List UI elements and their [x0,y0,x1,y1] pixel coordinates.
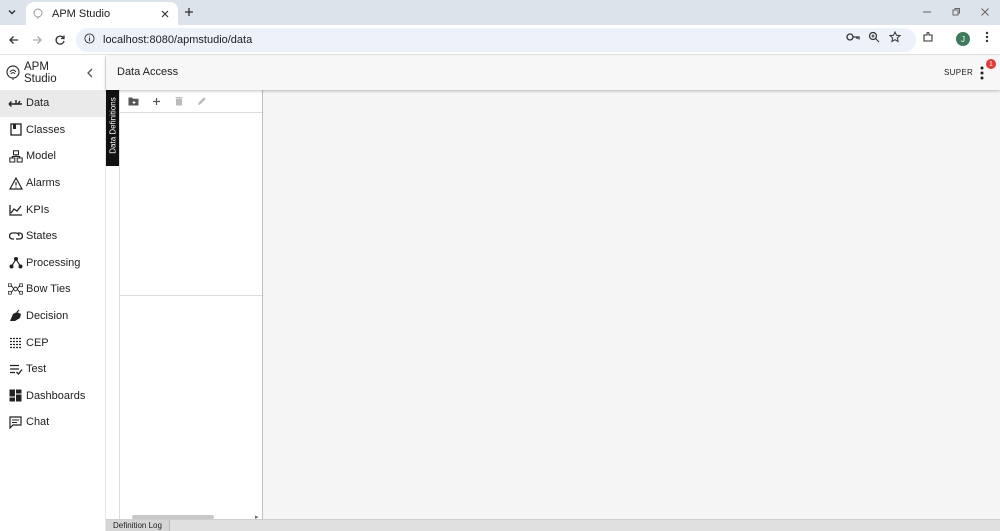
add-folder-icon[interactable] [125,93,141,109]
decision-icon [8,309,23,324]
link-icon [8,229,23,244]
more-menu-icon[interactable] [976,65,988,81]
add-icon[interactable] [148,93,164,109]
sidebar-item-label: Dashboards [26,389,86,402]
sidebar-item-label: Data [26,97,50,110]
apm-logo-icon [4,64,22,82]
sidebar-item-label: States [26,230,58,243]
forward-arrow-icon[interactable] [29,32,45,48]
sidebar-item-test[interactable]: Test [0,356,105,383]
hierarchy-icon [8,149,23,164]
sidebar-item-states[interactable]: States [0,223,105,250]
sidebar-item-label: Chat [26,416,50,429]
vertical-tab-label: Data Definitions [108,97,118,154]
data-flow-icon [8,96,23,111]
sidebar-item-data[interactable]: Data [0,90,105,117]
sidebar-item-label: CEP [26,336,49,349]
sidebar-item-label: Model [26,150,56,163]
sidebar-item-chat[interactable]: Chat [0,409,105,436]
tab-close-icon[interactable] [158,7,172,21]
zoom-icon[interactable] [866,29,882,45]
sidebar-item-dashboards[interactable]: Dashboards [0,383,105,410]
definitions-toolbar [120,90,263,113]
collapse-sidebar-icon[interactable] [83,66,97,80]
delete-icon[interactable] [171,93,187,109]
chat-icon [8,415,23,430]
sidebar-item-processing[interactable]: Processing [0,250,105,277]
tab-title: APM Studio [52,7,111,20]
sidebar-item-label: Bow Ties [26,283,71,296]
content-area: Data Definitions ▸ Definition Log [106,90,1000,531]
sidebar-item-label: Classes [26,123,66,136]
edit-pencil-icon[interactable] [194,93,210,109]
checklist-icon [8,362,23,377]
browser-tab[interactable]: APM Studio [26,2,178,25]
sidebar-item-label: Alarms [26,177,61,190]
bottom-tab-bar: Definition Log [106,519,1000,531]
bookmark-star-icon[interactable] [887,29,903,45]
warning-icon [8,176,23,191]
user-name[interactable]: SUPER [944,68,973,77]
profile-avatar[interactable]: J [956,32,970,46]
back-arrow-icon[interactable] [6,32,22,48]
app-header: Data Access SUPER 1 [106,56,1000,90]
dashboard-icon [8,388,23,403]
password-key-icon[interactable] [845,29,861,45]
sidebar-item-label: Processing [26,256,81,269]
pane-splitter[interactable] [120,295,264,296]
url-text: localhost:8080/apmstudio/data [103,34,253,46]
sidebar-item-cep[interactable]: CEP [0,329,105,356]
browser-tab-strip: APM Studio [0,0,1000,25]
main-workspace [263,90,1000,519]
trend-icon [8,202,23,217]
book-icon [8,122,23,137]
restore-icon[interactable] [948,4,964,20]
app-sidebar: APM Studio Data Classes Model Alarms KPI… [0,56,106,531]
brand: APM Studio [0,56,105,90]
address-bar[interactable]: localhost:8080/apmstudio/data [76,28,916,52]
cep-icon [8,335,23,350]
notification-badge: 1 [986,59,996,69]
definitions-pane: ▸ [119,90,264,531]
new-tab-icon[interactable] [182,5,196,19]
sidebar-item-alarms[interactable]: Alarms [0,170,105,197]
data-definitions-tab[interactable]: Data Definitions [106,90,119,166]
reload-icon[interactable] [52,32,68,48]
site-info-icon[interactable] [84,33,95,47]
browser-menu-icon[interactable] [979,29,995,45]
nodes-icon [8,255,23,270]
sidebar-item-decision[interactable]: Decision [0,303,105,330]
window-close-icon[interactable] [977,4,993,20]
sidebar-item-kpis[interactable]: KPIs [0,196,105,223]
sidebar-item-label: Test [26,363,47,376]
minimize-icon[interactable] [919,4,935,20]
sidebar-item-model[interactable]: Model [0,143,105,170]
page-title: Data Access [117,66,179,78]
definition-log-tab[interactable]: Definition Log [106,520,170,531]
sidebar-item-classes[interactable]: Classes [0,117,105,144]
sidebar-item-bow-ties[interactable]: Bow Ties [0,276,105,303]
sidebar-item-label: Decision [26,310,69,323]
extensions-icon[interactable] [920,29,936,45]
browser-toolbar: localhost:8080/apmstudio/data J [0,25,1000,55]
tab-search-chevron-icon[interactable] [4,4,20,20]
apm-favicon-icon [32,8,44,20]
bowtie-icon [8,282,23,297]
sidebar-item-label: KPIs [26,203,50,216]
app-name: APM Studio [24,61,57,85]
